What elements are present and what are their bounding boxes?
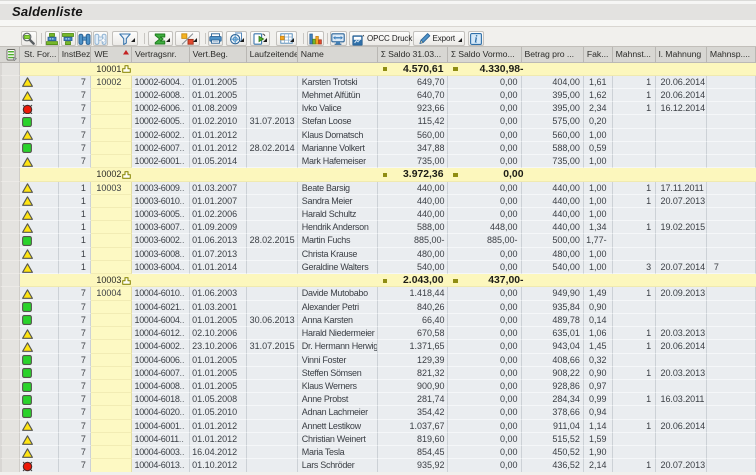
svg-text:i: i <box>475 34 478 44</box>
